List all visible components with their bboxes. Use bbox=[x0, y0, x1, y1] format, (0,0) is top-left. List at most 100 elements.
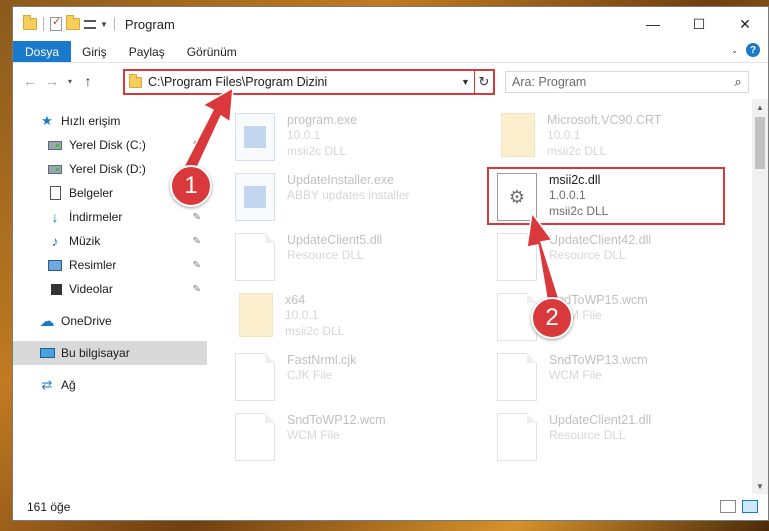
up-button[interactable]: ↑ bbox=[77, 69, 99, 93]
folder-item[interactable]: x64 10.0.1 msii2c DLL bbox=[235, 289, 465, 349]
file-item[interactable]: UpdateInstaller.exe ABBY updates installe… bbox=[235, 169, 465, 229]
tab-home[interactable]: Giriş bbox=[71, 41, 118, 62]
folder-item[interactable]: Microsoft.VC90.CRT 10.0.1 msii2c DLL bbox=[497, 109, 727, 169]
file-description: Resource DLL bbox=[549, 428, 626, 442]
explorer-window: ▼ Program — ☐ ✕ Dosya Giriş Paylaş Görün… bbox=[12, 6, 769, 521]
search-box[interactable]: Ara: Program ⌕ bbox=[505, 71, 749, 93]
sidebar-item-pictures[interactable]: Resimler ✎ bbox=[13, 253, 207, 277]
sidebar-item-label: OneDrive bbox=[61, 314, 112, 328]
tab-view[interactable]: Görünüm bbox=[176, 41, 248, 62]
forward-button[interactable]: → bbox=[41, 69, 63, 93]
sidebar-item-quick-access[interactable]: ★ Hızlı erişim bbox=[13, 109, 207, 133]
ribbon-tabs: Dosya Giriş Paylaş Görünüm ⌄ ? bbox=[13, 41, 768, 63]
sidebar-item-music[interactable]: ♪ Müzik ✎ bbox=[13, 229, 207, 253]
file-item[interactable]: UpdateClient42.dll Resource DLL bbox=[497, 229, 727, 289]
dll-file-icon bbox=[235, 233, 275, 281]
file-grid: program.exe 10.0.1 msii2c DLL Microsoft.VC… bbox=[235, 109, 752, 494]
file-icon bbox=[235, 353, 275, 401]
file-description: WCM File bbox=[549, 368, 602, 382]
file-name: SndToWP13.wcm bbox=[549, 353, 648, 367]
sidebar-item-local-disk-c[interactable]: Yerel Disk (C:) ✎ bbox=[13, 133, 207, 157]
file-name: SndToWP12.wcm bbox=[287, 413, 386, 427]
sidebar-item-network[interactable]: ⇄ Ağ bbox=[13, 373, 207, 397]
sidebar-item-label: Yerel Disk (D:) bbox=[69, 162, 146, 176]
file-description: ABBY updates installer bbox=[287, 188, 410, 202]
sidebar-item-label: Hızlı erişim bbox=[61, 114, 121, 128]
file-description: Resource DLL bbox=[549, 248, 626, 262]
file-item[interactable]: program.exe 10.0.1 msii2c DLL bbox=[235, 109, 465, 169]
sidebar-item-downloads[interactable]: ↓ İndirmeler ✎ bbox=[13, 205, 207, 229]
file-description: Resource DLL bbox=[287, 248, 364, 262]
sidebar-item-label: Ağ bbox=[61, 378, 76, 392]
file-item[interactable]: UpdateClient5.dll Resource DLL bbox=[235, 229, 465, 289]
file-item[interactable]: SndToWP12.wcm WCM File bbox=[235, 409, 465, 469]
address-bar[interactable]: C:\Program Files\Program Dizini ▼ ↻ bbox=[123, 69, 495, 95]
expand-ribbon-icon[interactable]: ⌄ bbox=[731, 46, 738, 55]
quick-access-toolbar: ▼ bbox=[13, 15, 117, 31]
music-icon: ♪ bbox=[51, 233, 59, 249]
sidebar-item-onedrive[interactable]: ☁ OneDrive bbox=[13, 309, 207, 333]
file-list-pane: program.exe 10.0.1 msii2c DLL Microsoft.VC… bbox=[209, 99, 768, 494]
sidebar-item-this-pc[interactable]: Bu bilgisayar bbox=[13, 341, 207, 365]
address-dropdown-icon[interactable]: ▼ bbox=[457, 71, 475, 93]
details-view-icon[interactable] bbox=[720, 500, 736, 513]
document-icon bbox=[47, 186, 63, 200]
customize-toolbar-icon[interactable] bbox=[84, 19, 96, 29]
tab-share[interactable]: Paylaş bbox=[118, 41, 176, 62]
ribbon-right-controls: ⌄ ? bbox=[731, 43, 760, 57]
computer-icon bbox=[39, 346, 55, 360]
maximize-button[interactable]: ☐ bbox=[676, 7, 722, 41]
refresh-icon[interactable]: ↻ bbox=[475, 74, 493, 90]
folder-icon bbox=[239, 293, 273, 337]
recent-locations-button[interactable]: ▾ bbox=[63, 69, 77, 93]
scroll-down-icon[interactable]: ▼ bbox=[752, 478, 768, 494]
chevron-down-icon[interactable]: ▼ bbox=[100, 20, 108, 29]
file-version: 10.0.1 bbox=[287, 128, 321, 142]
pin-icon[interactable]: ✎ bbox=[193, 284, 201, 295]
tab-file[interactable]: Dosya bbox=[13, 41, 72, 62]
address-path[interactable]: C:\Program Files\Program Dizini bbox=[148, 75, 457, 89]
file-description: WCM File bbox=[287, 428, 340, 442]
file-name: Microsoft.VC90.CRT bbox=[547, 113, 662, 127]
content-area: ★ Hızlı erişim Yerel Disk (C:) ✎ Yerel D… bbox=[13, 99, 768, 494]
file-version: 10.0.1 bbox=[285, 308, 319, 322]
star-icon: ★ bbox=[41, 113, 53, 128]
pin-icon[interactable]: ✎ bbox=[193, 260, 201, 271]
file-name: UpdateClient42.dll bbox=[549, 233, 652, 247]
file-name: UpdateInstaller.exe bbox=[287, 173, 395, 187]
pin-icon[interactable]: ✎ bbox=[193, 212, 201, 223]
file-icon bbox=[235, 413, 275, 461]
vertical-scrollbar[interactable]: ▲ ▼ bbox=[752, 99, 768, 494]
disk-icon bbox=[47, 162, 63, 176]
minimize-button[interactable]: — bbox=[630, 7, 676, 41]
file-icon bbox=[497, 353, 537, 401]
folder-icon bbox=[129, 73, 142, 88]
file-item[interactable]: SndToWP13.wcm WCM File bbox=[497, 349, 727, 409]
close-button[interactable]: ✕ bbox=[722, 7, 768, 41]
scroll-up-icon[interactable]: ▲ bbox=[752, 99, 768, 115]
back-button[interactable]: ← bbox=[19, 69, 41, 93]
sidebar-item-label: Resimler bbox=[69, 258, 117, 272]
file-item[interactable]: FastNrml.cjk CJK File bbox=[235, 349, 465, 409]
search-icon[interactable]: ⌕ bbox=[728, 74, 748, 90]
exe-file-icon bbox=[235, 113, 275, 161]
new-folder-icon[interactable] bbox=[66, 15, 80, 30]
pin-icon[interactable]: ✎ bbox=[193, 140, 201, 151]
scrollbar-thumb[interactable] bbox=[755, 117, 765, 169]
file-item[interactable]: UpdateClient21.dll Resource DLL bbox=[497, 409, 727, 469]
window-controls: — ☐ ✕ bbox=[630, 7, 768, 41]
properties-icon[interactable] bbox=[50, 15, 62, 31]
file-version: 10.0.1 bbox=[547, 128, 581, 142]
file-description: msii2c DLL bbox=[547, 144, 607, 158]
sidebar-item-videos[interactable]: Videolar ✎ bbox=[13, 277, 207, 301]
sidebar-item-label: Videolar bbox=[69, 282, 113, 296]
step-badge-1: 1 bbox=[170, 165, 212, 207]
file-name: UpdateClient5.dll bbox=[287, 233, 383, 247]
tiles-view-icon[interactable] bbox=[742, 500, 758, 513]
search-placeholder[interactable]: Ara: Program bbox=[512, 75, 728, 89]
help-icon[interactable]: ? bbox=[746, 43, 760, 57]
folder-icon bbox=[23, 15, 37, 30]
pin-icon[interactable]: ✎ bbox=[193, 236, 201, 247]
file-description: msii2c DLL bbox=[287, 144, 347, 158]
file-name: program.exe bbox=[287, 113, 358, 127]
